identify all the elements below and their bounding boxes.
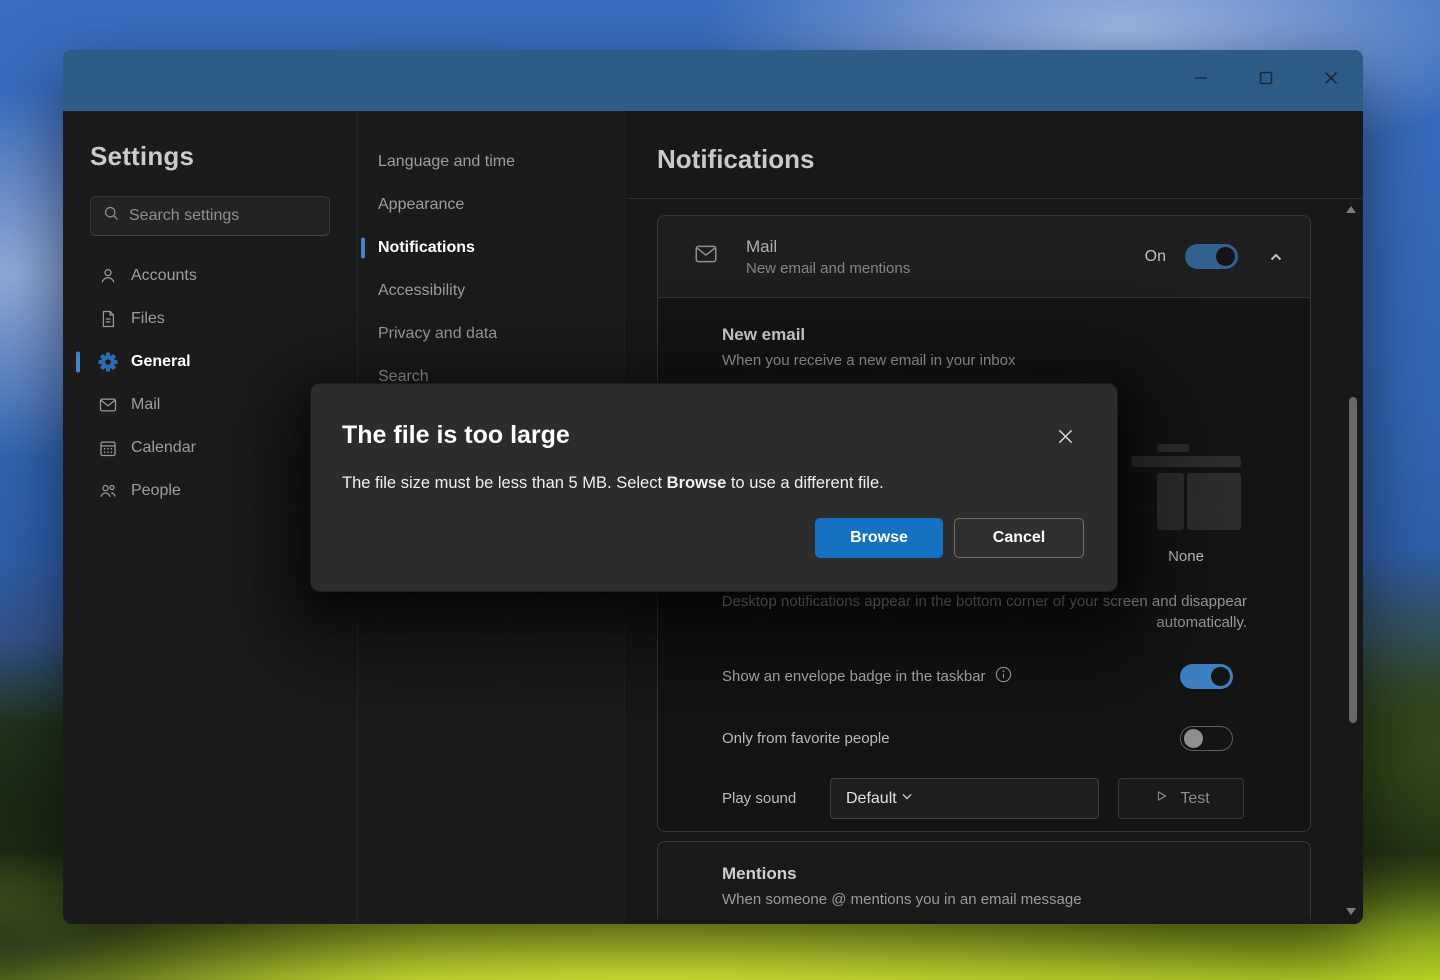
sound-dropdown[interactable]: Default [830, 778, 1099, 819]
sidebar-item-label: Mail [131, 396, 160, 414]
scrollbar-thumb[interactable] [1349, 397, 1357, 723]
settings-title: Settings [90, 141, 357, 172]
chevron-up-icon[interactable] [1264, 245, 1288, 269]
envelope-badge-label-text: Show an envelope badge in the taskbar [722, 668, 986, 685]
close-button[interactable] [1298, 50, 1363, 111]
nav-item-label: Privacy and data [378, 325, 497, 343]
close-icon [1055, 426, 1076, 452]
file-too-large-dialog: The file is too large The file size must… [310, 383, 1118, 592]
nav-item-accessibility[interactable]: Accessibility [358, 269, 627, 312]
dialog-body-suffix: to use a different file. [726, 474, 883, 492]
mentions-title: Mentions [722, 864, 1310, 884]
nav-item-label: Notifications [378, 239, 475, 257]
scrollbar-up-arrow[interactable] [1346, 206, 1356, 213]
search-input[interactable] [129, 207, 317, 225]
envelope-icon [693, 241, 719, 272]
play-sound-label: Play sound [722, 790, 830, 807]
envelope-badge-label: Show an envelope badge in the taskbar [722, 665, 1013, 688]
desktop: Settings Accounts Files [0, 0, 1440, 980]
dialog-title: The file is too large [342, 421, 570, 450]
sidebar-item-general[interactable]: General [63, 340, 357, 383]
nav-item-notifications[interactable]: Notifications [358, 226, 627, 269]
dialog-close-button[interactable] [1055, 426, 1076, 452]
dialog-body-prefix: The file size must be less than 5 MB. Se… [342, 474, 667, 492]
gear-icon [97, 351, 119, 373]
people-icon [97, 480, 119, 502]
mail-card-titles: Mail New email and mentions [746, 237, 910, 277]
browse-button[interactable]: Browse [815, 518, 943, 558]
thumbnail-bar-shape [1131, 456, 1241, 467]
page-title: Notifications [657, 144, 814, 175]
play-sound-row: Play sound Default Test [722, 778, 1244, 819]
mentions-subtitle: When someone @ mentions you in an email … [722, 891, 1310, 908]
play-icon [1152, 787, 1170, 810]
sidebar-item-accounts[interactable]: Accounts [63, 254, 357, 297]
sidebar-item-label: People [131, 482, 181, 500]
person-icon [97, 265, 119, 287]
sidebar-item-files[interactable]: Files [63, 297, 357, 340]
dialog-buttons: Browse Cancel [815, 518, 1084, 558]
favorite-people-label: Only from favorite people [722, 730, 890, 747]
notification-style-none-label: None [1116, 548, 1256, 565]
sidebar-item-label: Calendar [131, 439, 196, 457]
new-email-title: New email [722, 325, 805, 345]
header-divider [628, 198, 1363, 199]
envelope-icon [97, 394, 119, 416]
close-icon [1320, 67, 1342, 94]
dialog-body-bold: Browse [667, 474, 727, 492]
mentions-card[interactable]: Mentions When someone @ mentions you in … [657, 841, 1311, 919]
test-button-label: Test [1180, 790, 1209, 808]
toggle-knob [1211, 667, 1230, 686]
desktop-notifications-description: Desktop notifications appear in the bott… [707, 591, 1247, 633]
toggle-knob [1216, 247, 1235, 266]
test-sound-button[interactable]: Test [1118, 778, 1244, 819]
mail-notifications-toggle[interactable] [1185, 244, 1238, 269]
nav-item-label: Appearance [378, 196, 464, 214]
thumbnail-left-panel-shape [1157, 473, 1184, 530]
mail-card-title: Mail [746, 237, 910, 257]
scrollbar-down-arrow[interactable] [1346, 908, 1356, 915]
sidebar-item-label: General [131, 353, 191, 371]
sidebar-item-label: Accounts [131, 267, 197, 285]
nav-item-language-and-time[interactable]: Language and time [358, 140, 627, 183]
sound-dropdown-value: Default [846, 790, 897, 808]
search-settings-box[interactable] [90, 196, 330, 236]
nav-item-appearance[interactable]: Appearance [358, 183, 627, 226]
titlebar[interactable] [63, 50, 1363, 111]
favorite-people-row: Only from favorite people [722, 723, 1233, 753]
thumbnail-tab-shape [1157, 444, 1189, 452]
minimize-button[interactable] [1168, 50, 1233, 111]
nav-item-privacy-and-data[interactable]: Privacy and data [358, 312, 627, 355]
maximize-button[interactable] [1233, 50, 1298, 111]
mail-card-header[interactable]: Mail New email and mentions On [658, 216, 1310, 298]
sidebar-item-label: Files [131, 310, 165, 328]
chevron-down-icon [897, 786, 917, 811]
nav-item-label: Language and time [378, 153, 515, 171]
envelope-badge-row: Show an envelope badge in the taskbar [722, 661, 1233, 691]
mail-card-subtitle: New email and mentions [746, 260, 910, 277]
thumbnail-right-panel-shape [1187, 473, 1241, 530]
info-icon[interactable] [994, 665, 1013, 688]
calendar-icon [97, 437, 119, 459]
new-email-subtitle: When you receive a new email in your inb… [722, 352, 1015, 369]
toggle-state-label: On [1145, 248, 1166, 266]
document-icon [97, 308, 119, 330]
maximize-icon [1255, 67, 1277, 94]
settings-window: Settings Accounts Files [63, 50, 1363, 924]
notification-style-none-thumbnail[interactable] [1131, 444, 1241, 532]
envelope-badge-toggle[interactable] [1180, 664, 1233, 689]
mail-card-controls: On [1145, 244, 1288, 269]
cancel-button[interactable]: Cancel [954, 518, 1084, 558]
toggle-knob [1184, 729, 1203, 748]
nav-item-label: Accessibility [378, 282, 465, 300]
search-icon [103, 205, 120, 227]
dialog-body: The file size must be less than 5 MB. Se… [342, 474, 884, 493]
favorite-people-toggle[interactable] [1180, 726, 1233, 751]
minimize-icon [1190, 67, 1212, 94]
